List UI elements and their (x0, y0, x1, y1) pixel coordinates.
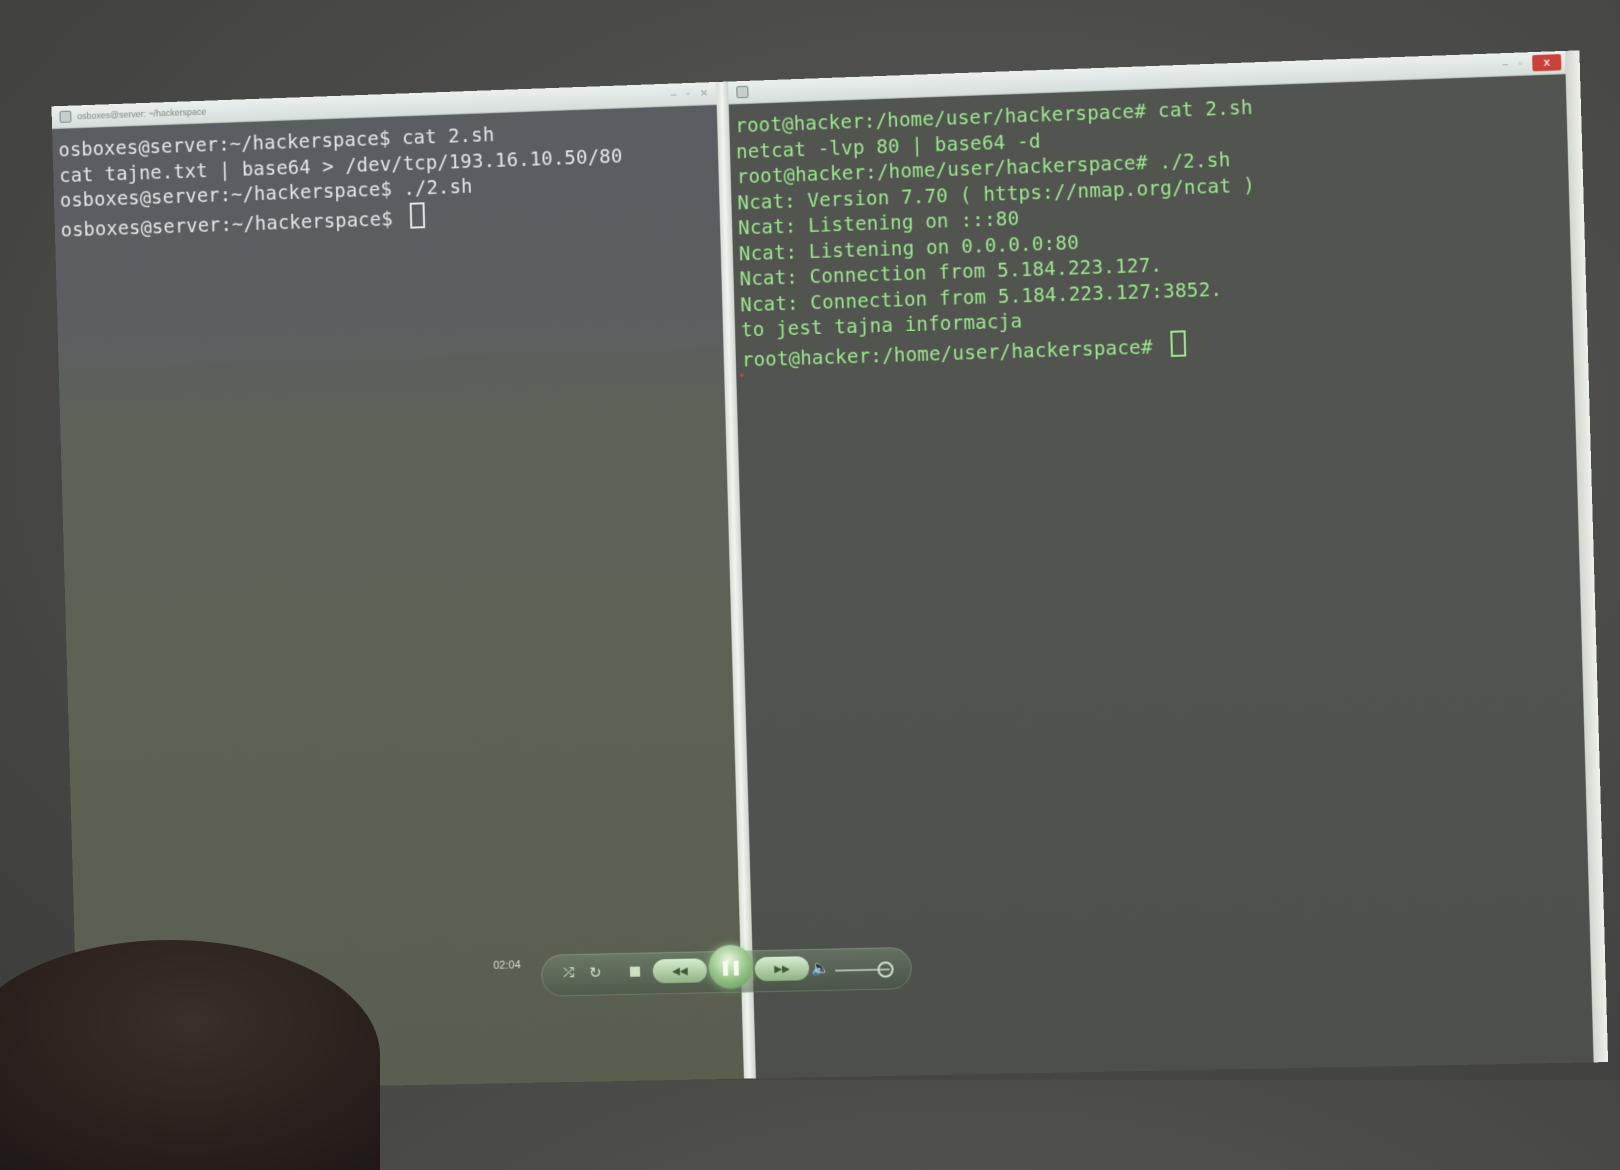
terminal-icon (59, 110, 72, 123)
pause-icon[interactable]: ❚❚ (708, 944, 754, 990)
terminal-icon (736, 85, 749, 99)
text-cursor (409, 201, 426, 229)
minimize-icon[interactable]: – (671, 89, 677, 100)
maximize-icon[interactable]: ▫ (1518, 58, 1522, 69)
fast-forward-icon[interactable]: ▶▶ (754, 956, 810, 982)
maximize-icon[interactable]: ▫ (686, 88, 690, 99)
projected-screen: osboxes@server: ~/hackerspace – ▫ ✕ osbo… (51, 50, 1609, 1092)
terminal-prompt: osboxes@server:~/hackerspace$ (60, 207, 405, 242)
close-button[interactable]: x (1532, 54, 1562, 72)
volume-slider-knob[interactable] (877, 961, 894, 978)
repeat-icon[interactable]: ↻ (589, 964, 602, 982)
close-icon[interactable]: ✕ (700, 88, 709, 99)
media-elapsed-time: 02:04 (493, 959, 521, 972)
left-terminal-output[interactable]: osboxes@server:~/hackerspace$ cat 2.sh c… (52, 105, 720, 244)
stop-icon[interactable]: ■ (629, 964, 642, 979)
shuffle-icon[interactable]: ⤮ (563, 965, 575, 981)
right-terminal-output[interactable]: root@hacker:/home/user/hackerspace# cat … (729, 74, 1574, 373)
laser-pointer-dot (740, 373, 744, 377)
volume-icon[interactable]: 🔈 (811, 959, 830, 977)
media-player-controls[interactable]: ⤮ ↻ ■ ◀◀ ❚❚ ▶▶ 🔈 (540, 944, 913, 997)
minimize-icon[interactable]: – (1502, 59, 1508, 70)
rewind-icon[interactable]: ◀◀ (652, 958, 708, 984)
text-cursor (1170, 329, 1187, 357)
right-terminal-window[interactable]: – ▫ x root@hacker:/home/user/hackerspace… (728, 50, 1594, 1079)
left-terminal-title: osboxes@server: ~/hackerspace (77, 106, 207, 122)
